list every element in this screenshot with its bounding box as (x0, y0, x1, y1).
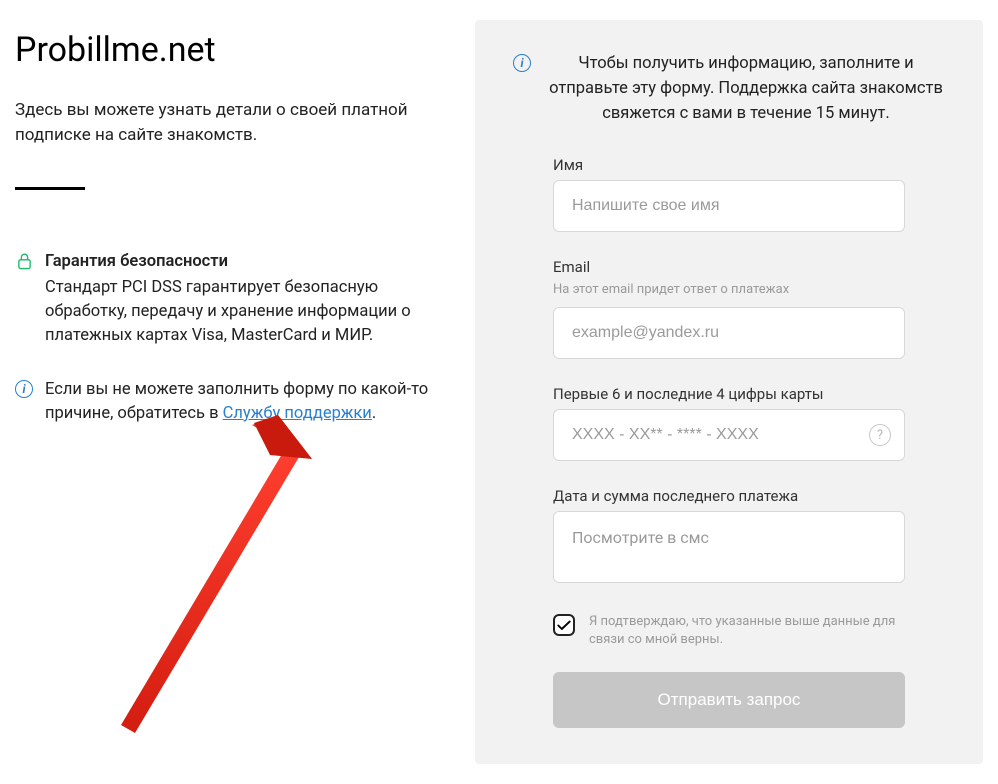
help-icon[interactable]: ? (869, 424, 891, 446)
card-label: Первые 6 и последние 4 цифры карты (553, 385, 905, 403)
lock-icon (15, 250, 33, 272)
consent-checkbox[interactable] (553, 614, 575, 636)
email-input[interactable] (553, 307, 905, 359)
left-column: Probillme.net Здесь вы можете узнать дет… (15, 20, 445, 764)
name-label: Имя (553, 156, 905, 174)
email-field: Email На этот email придет ответ о плате… (553, 258, 905, 359)
info-icon: i (15, 378, 33, 400)
name-field: Имя (553, 156, 905, 232)
info-icon: i (513, 54, 531, 72)
email-label: Email (553, 258, 905, 276)
consent-text: Я подтверждаю, что указанные выше данные… (589, 613, 905, 649)
security-title: Гарантия безопасности (45, 250, 445, 274)
card-input[interactable] (553, 409, 905, 461)
form-intro: i Чтобы получить информацию, заполните и… (513, 52, 945, 126)
payment-label: Дата и сумма последнего платежа (553, 487, 905, 505)
site-title: Probillme.net (15, 30, 445, 70)
consent-row: Я подтверждаю, что указанные выше данные… (553, 613, 905, 649)
payment-field: Дата и сумма последнего платежа (553, 487, 905, 587)
form-panel: i Чтобы получить информацию, заполните и… (475, 20, 983, 764)
name-input[interactable] (553, 180, 905, 232)
divider (15, 187, 85, 190)
card-field: Первые 6 и последние 4 цифры карты ? (553, 385, 905, 461)
security-block: Гарантия безопасности Стандарт PCI DSS г… (15, 250, 445, 348)
email-hint: На этот email придет ответ о платежах (553, 282, 905, 297)
payment-input[interactable] (553, 511, 905, 583)
intro-text: Здесь вы можете узнать детали о своей пл… (15, 98, 445, 147)
help-block: i Если вы не можете заполнить форму по к… (15, 378, 445, 426)
support-link[interactable]: Службу поддержки (223, 404, 372, 423)
form-intro-text: Чтобы получить информацию, заполните и о… (547, 52, 945, 126)
submit-button[interactable]: Отправить запрос (553, 672, 905, 728)
security-text: Стандарт PCI DSS гарантирует безопасную … (45, 276, 445, 348)
help-text: Если вы не можете заполнить форму по как… (45, 378, 445, 426)
